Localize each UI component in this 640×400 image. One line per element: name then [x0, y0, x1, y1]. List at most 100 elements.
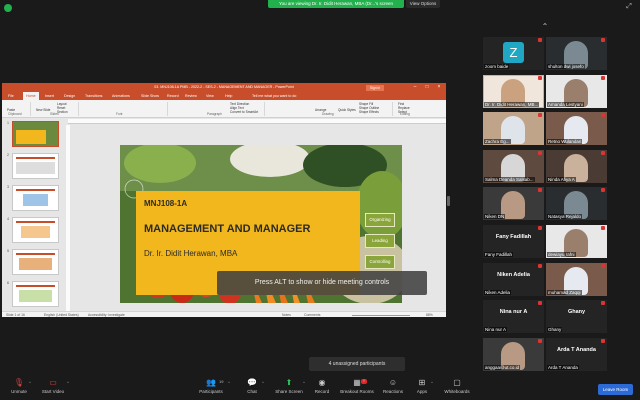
apps-options-chevron-icon[interactable]: ^ — [431, 380, 433, 385]
comments-button[interactable]: Comments — [304, 313, 320, 317]
participant-tile[interactable]: Ghany Ghany — [546, 300, 607, 334]
view-options-button[interactable]: View Options — [406, 0, 440, 8]
new-slide-button[interactable]: New Slide — [36, 108, 50, 112]
whiteboards-button[interactable]: ▢ Whiteboards — [442, 378, 472, 398]
participant-name-label: Fany Fadillah — [484, 252, 514, 257]
breakout-badge: ! — [361, 379, 367, 384]
horizontal-ruler — [68, 119, 446, 124]
participants-options-chevron-icon[interactable]: ^ — [228, 380, 230, 385]
ribbon-divider — [167, 102, 168, 116]
notes-button[interactable]: Notes — [282, 313, 291, 317]
gallery-up-chevron-icon[interactable]: ⌃ — [537, 22, 553, 32]
group-paragraph: Paragraph — [207, 112, 222, 116]
participant-name-label: Niken DN — [484, 214, 506, 220]
participant-tile[interactable]: muhamad Zaqqi — [546, 262, 607, 296]
accessibility-status[interactable]: Accessibility: Investigate — [88, 313, 125, 317]
tab-record[interactable]: Record — [167, 92, 179, 100]
start-video-label: Start Video — [41, 389, 65, 394]
chat-options-chevron-icon[interactable]: ^ — [262, 380, 264, 385]
quick-styles-button[interactable]: Quick Styles — [338, 108, 356, 112]
fullscreen-icon[interactable]: ⤢ — [624, 3, 634, 11]
apps-button[interactable]: ⊞ Apps — [414, 378, 430, 398]
participant-name-label: Nina nur A — [484, 327, 508, 333]
alt-controls-tooltip: Press ALT to show or hide meeting contro… — [217, 271, 427, 295]
participant-tile[interactable]: Salma Deanda Salsab... — [483, 149, 544, 183]
status-bar: Slide 1 of 16 English (United States) Ac… — [2, 311, 446, 317]
participant-tile[interactable]: Natasya Rejaldo — [546, 187, 607, 221]
reactions-icon: ☺ — [388, 378, 398, 387]
share-screen-button[interactable]: ⬆ Share Screen — [274, 378, 304, 398]
video-options-chevron-icon[interactable]: ^ — [67, 380, 69, 385]
zoom-level[interactable]: 88% — [426, 313, 433, 317]
participant-tile[interactable]: Ninda Afiya A — [546, 149, 607, 183]
tab-file[interactable]: File — [8, 92, 14, 100]
slide-thumbnail-1[interactable] — [12, 121, 59, 147]
share-options-chevron-icon[interactable]: ^ — [303, 380, 305, 385]
participant-tile[interactable]: Arda T Ananda Arda T Ananda — [546, 337, 607, 371]
tab-animations[interactable]: Animations — [112, 92, 130, 100]
participant-tile[interactable]: Dr. Ir. Didit Herawan, MB... — [483, 74, 544, 108]
participant-tile[interactable]: Fany Fadillah Fany Fadillah — [483, 225, 544, 258]
minimize-icon[interactable]: – — [410, 83, 420, 92]
shape-effects-button[interactable]: Shape Effects — [359, 110, 379, 114]
participant-tile[interactable]: Niken Adelia Niken Adelia — [483, 262, 544, 296]
unassigned-participants-notice[interactable]: 4 unassigned participants — [309, 357, 405, 371]
participant-tile[interactable]: Zachra Eg... — [483, 112, 544, 146]
chat-label: Chat — [247, 389, 257, 394]
participant-tile[interactable]: shulton dwi josefo — [546, 37, 607, 70]
start-video-button[interactable]: ▭ Start Video — [38, 378, 68, 398]
participant-tile[interactable]: Amanda Lestyani — [546, 74, 607, 108]
participant-name-label: Amanda Lestyani — [547, 101, 584, 107]
tab-slide-show[interactable]: Slide Show — [141, 92, 159, 100]
participant-tile[interactable]: Retno Wulandari — [546, 112, 607, 146]
course-code: MNJ108-1A — [144, 199, 188, 208]
participant-name-label: muhamad Zaqqi — [547, 289, 582, 295]
split-handle[interactable] — [447, 196, 450, 206]
participant-tile[interactable]: dewiayu rafni — [546, 225, 607, 258]
reactions-button[interactable]: ☺ Reactions — [381, 378, 405, 398]
tag-organizing: Organizing — [365, 213, 395, 227]
breakout-rooms-button[interactable]: ▦ Breakout Rooms — [338, 378, 376, 398]
group-slides: Slides — [50, 112, 59, 116]
mic-muted-icon — [601, 338, 605, 343]
tab-help[interactable]: Help — [225, 92, 232, 100]
language-status[interactable]: English (United States) — [44, 313, 79, 317]
record-button[interactable]: ◉ Record — [313, 378, 331, 398]
ribbon-tabs: File Home Insert Design Transitions Anim… — [2, 92, 446, 100]
participant-display-name: Arda T Ananda — [557, 346, 596, 353]
unmute-label: Unmute — [11, 389, 27, 394]
audio-options-chevron-icon[interactable]: ^ — [29, 380, 31, 385]
zoom-shield-icon[interactable] — [4, 4, 12, 12]
slide-thumbnail-6[interactable] — [12, 281, 59, 307]
tab-review[interactable]: Review — [185, 92, 197, 100]
participant-tile[interactable]: Nina nur A Nina nur A — [483, 300, 544, 334]
close-icon[interactable]: × — [434, 83, 444, 92]
slide-thumbnail-3[interactable] — [12, 185, 59, 211]
breakout-rooms-icon: ▦ — [353, 378, 361, 387]
slide-thumbnail-4[interactable] — [12, 217, 59, 243]
participant-display-name: Niken Adelia — [497, 271, 530, 278]
participant-name-label: Niken Adelia — [484, 289, 512, 295]
chat-button[interactable]: 💬 Chat — [244, 378, 260, 398]
tab-design[interactable]: Design — [64, 92, 75, 100]
sign-in-button[interactable]: Sign in — [366, 84, 384, 91]
tab-home[interactable]: Home — [23, 92, 39, 100]
whiteboards-label: Whiteboards — [444, 389, 470, 394]
tab-transitions[interactable]: Transitions — [85, 92, 102, 100]
maximize-icon[interactable]: □ — [422, 83, 432, 92]
slide-thumbnail-5[interactable] — [12, 249, 59, 275]
unmute-button[interactable]: 🎙 Unmute — [8, 378, 30, 398]
video-off-icon: ▭ — [49, 378, 57, 387]
mic-muted-icon — [538, 38, 542, 42]
participant-tile[interactable]: Zzoom baide — [483, 37, 544, 70]
ribbon-divider — [78, 102, 79, 116]
tell-me-search[interactable]: Tell me what you want to do — [252, 92, 296, 100]
slide-thumbnail-2[interactable] — [12, 153, 59, 179]
tab-insert[interactable]: Insert — [45, 92, 54, 100]
leave-room-button[interactable]: Leave Room — [598, 384, 633, 395]
convert-smartart-button[interactable]: Convert to SmartArt — [230, 110, 258, 114]
participant-tile[interactable]: Niken DN — [483, 187, 544, 221]
zoom-slider[interactable] — [352, 314, 410, 316]
tab-view[interactable]: View — [206, 92, 214, 100]
participant-tile[interactable]: anggaa@ut.co.id — [483, 337, 544, 371]
